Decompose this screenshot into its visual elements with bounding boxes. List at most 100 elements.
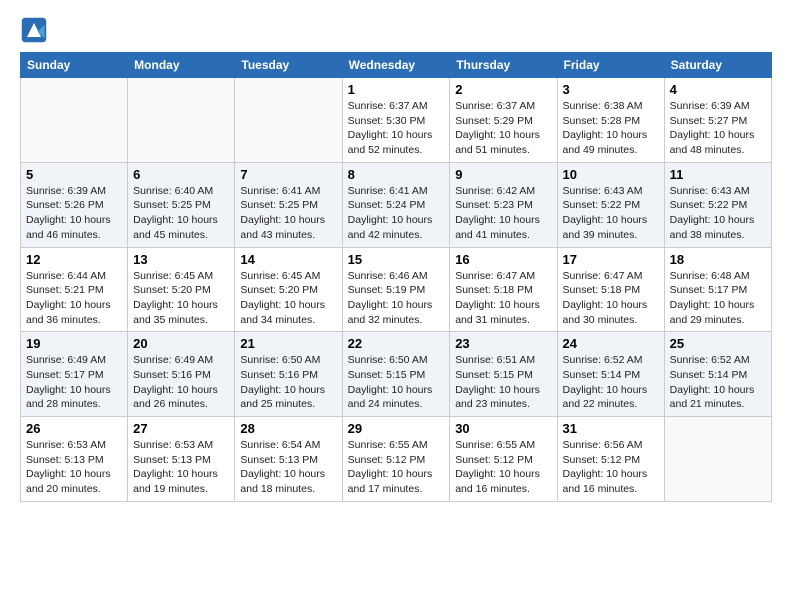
day-info: Sunrise: 6:49 AMSunset: 5:17 PMDaylight:…	[26, 353, 122, 412]
day-info: Sunrise: 6:50 AMSunset: 5:16 PMDaylight:…	[240, 353, 336, 412]
calendar-cell: 31 Sunrise: 6:56 AMSunset: 5:12 PMDayligh…	[557, 417, 664, 502]
day-info: Sunrise: 6:45 AMSunset: 5:20 PMDaylight:…	[133, 269, 229, 328]
day-info: Sunrise: 6:54 AMSunset: 5:13 PMDaylight:…	[240, 438, 336, 497]
day-info: Sunrise: 6:41 AMSunset: 5:25 PMDaylight:…	[240, 184, 336, 243]
day-info: Sunrise: 6:37 AMSunset: 5:29 PMDaylight:…	[455, 99, 551, 158]
day-info: Sunrise: 6:55 AMSunset: 5:12 PMDaylight:…	[455, 438, 551, 497]
day-number: 29	[348, 421, 445, 436]
day-info: Sunrise: 6:52 AMSunset: 5:14 PMDaylight:…	[563, 353, 659, 412]
day-number: 25	[670, 336, 766, 351]
header-row: SundayMondayTuesdayWednesdayThursdayFrid…	[21, 53, 772, 78]
day-number: 8	[348, 167, 445, 182]
calendar-cell: 19 Sunrise: 6:49 AMSunset: 5:17 PMDayligh…	[21, 332, 128, 417]
column-header-monday: Monday	[128, 53, 235, 78]
logo	[20, 16, 52, 44]
column-header-wednesday: Wednesday	[342, 53, 450, 78]
calendar-cell: 12 Sunrise: 6:44 AMSunset: 5:21 PMDayligh…	[21, 247, 128, 332]
day-number: 3	[563, 82, 659, 97]
column-header-thursday: Thursday	[450, 53, 557, 78]
calendar-cell	[21, 78, 128, 163]
day-number: 21	[240, 336, 336, 351]
calendar-cell	[128, 78, 235, 163]
day-info: Sunrise: 6:43 AMSunset: 5:22 PMDaylight:…	[670, 184, 766, 243]
calendar-cell: 8Sunrise: 6:41 AMSunset: 5:24 PMDaylight…	[342, 162, 450, 247]
day-info: Sunrise: 6:42 AMSunset: 5:23 PMDaylight:…	[455, 184, 551, 243]
day-number: 27	[133, 421, 229, 436]
calendar-cell: 4 Sunrise: 6:39 AMSunset: 5:27 PMDaylight…	[664, 78, 771, 163]
calendar-cell: 10 Sunrise: 6:43 AMSunset: 5:22 PMDayligh…	[557, 162, 664, 247]
calendar-cell: 5 Sunrise: 6:39 AMSunset: 5:26 PMDaylight…	[21, 162, 128, 247]
day-number: 16	[455, 252, 551, 267]
week-row-2: 5 Sunrise: 6:39 AMSunset: 5:26 PMDaylight…	[21, 162, 772, 247]
calendar-cell: 14 Sunrise: 6:45 AMSunset: 5:20 PMDayligh…	[235, 247, 342, 332]
day-number: 24	[563, 336, 659, 351]
day-number: 11	[670, 167, 766, 182]
day-info: Sunrise: 6:47 AMSunset: 5:18 PMDaylight:…	[563, 269, 659, 328]
day-info: Sunrise: 6:39 AMSunset: 5:26 PMDaylight:…	[26, 184, 122, 243]
day-info: Sunrise: 6:40 AMSunset: 5:25 PMDaylight:…	[133, 184, 229, 243]
day-number: 4	[670, 82, 766, 97]
calendar-cell: 6Sunrise: 6:40 AMSunset: 5:25 PMDaylight…	[128, 162, 235, 247]
calendar-cell: 29 Sunrise: 6:55 AMSunset: 5:12 PMDayligh…	[342, 417, 450, 502]
calendar-cell: 25 Sunrise: 6:52 AMSunset: 5:14 PMDayligh…	[664, 332, 771, 417]
calendar-cell: 23Sunrise: 6:51 AMSunset: 5:15 PMDayligh…	[450, 332, 557, 417]
calendar-cell: 22 Sunrise: 6:50 AMSunset: 5:15 PMDayligh…	[342, 332, 450, 417]
calendar-cell: 21 Sunrise: 6:50 AMSunset: 5:16 PMDayligh…	[235, 332, 342, 417]
day-number: 28	[240, 421, 336, 436]
day-number: 12	[26, 252, 122, 267]
day-number: 13	[133, 252, 229, 267]
calendar-cell: 3 Sunrise: 6:38 AMSunset: 5:28 PMDaylight…	[557, 78, 664, 163]
calendar: SundayMondayTuesdayWednesdayThursdayFrid…	[20, 52, 772, 502]
calendar-cell: 28 Sunrise: 6:54 AMSunset: 5:13 PMDayligh…	[235, 417, 342, 502]
column-header-friday: Friday	[557, 53, 664, 78]
column-header-saturday: Saturday	[664, 53, 771, 78]
day-number: 9	[455, 167, 551, 182]
day-info: Sunrise: 6:56 AMSunset: 5:12 PMDaylight:…	[563, 438, 659, 497]
day-number: 19	[26, 336, 122, 351]
day-info: Sunrise: 6:45 AMSunset: 5:20 PMDaylight:…	[240, 269, 336, 328]
day-info: Sunrise: 6:55 AMSunset: 5:12 PMDaylight:…	[348, 438, 445, 497]
day-number: 5	[26, 167, 122, 182]
calendar-cell: 7 Sunrise: 6:41 AMSunset: 5:25 PMDaylight…	[235, 162, 342, 247]
calendar-cell	[235, 78, 342, 163]
day-number: 20	[133, 336, 229, 351]
day-number: 18	[670, 252, 766, 267]
day-number: 22	[348, 336, 445, 351]
calendar-cell: 13 Sunrise: 6:45 AMSunset: 5:20 PMDayligh…	[128, 247, 235, 332]
day-number: 26	[26, 421, 122, 436]
page-header	[20, 16, 772, 44]
week-row-3: 12 Sunrise: 6:44 AMSunset: 5:21 PMDayligh…	[21, 247, 772, 332]
day-info: Sunrise: 6:46 AMSunset: 5:19 PMDaylight:…	[348, 269, 445, 328]
day-number: 10	[563, 167, 659, 182]
calendar-cell: 16 Sunrise: 6:47 AMSunset: 5:18 PMDayligh…	[450, 247, 557, 332]
day-info: Sunrise: 6:50 AMSunset: 5:15 PMDaylight:…	[348, 353, 445, 412]
day-info: Sunrise: 6:53 AMSunset: 5:13 PMDaylight:…	[133, 438, 229, 497]
day-info: Sunrise: 6:39 AMSunset: 5:27 PMDaylight:…	[670, 99, 766, 158]
column-header-sunday: Sunday	[21, 53, 128, 78]
calendar-cell: 18 Sunrise: 6:48 AMSunset: 5:17 PMDayligh…	[664, 247, 771, 332]
day-number: 31	[563, 421, 659, 436]
calendar-cell: 1 Sunrise: 6:37 AMSunset: 5:30 PMDaylight…	[342, 78, 450, 163]
logo-icon	[20, 16, 48, 44]
calendar-cell: 15Sunrise: 6:46 AMSunset: 5:19 PMDayligh…	[342, 247, 450, 332]
day-info: Sunrise: 6:52 AMSunset: 5:14 PMDaylight:…	[670, 353, 766, 412]
day-info: Sunrise: 6:47 AMSunset: 5:18 PMDaylight:…	[455, 269, 551, 328]
day-info: Sunrise: 6:43 AMSunset: 5:22 PMDaylight:…	[563, 184, 659, 243]
calendar-cell	[664, 417, 771, 502]
calendar-cell: 24 Sunrise: 6:52 AMSunset: 5:14 PMDayligh…	[557, 332, 664, 417]
day-info: Sunrise: 6:48 AMSunset: 5:17 PMDaylight:…	[670, 269, 766, 328]
calendar-cell: 27 Sunrise: 6:53 AMSunset: 5:13 PMDayligh…	[128, 417, 235, 502]
day-info: Sunrise: 6:37 AMSunset: 5:30 PMDaylight:…	[348, 99, 445, 158]
week-row-1: 1 Sunrise: 6:37 AMSunset: 5:30 PMDaylight…	[21, 78, 772, 163]
day-info: Sunrise: 6:49 AMSunset: 5:16 PMDaylight:…	[133, 353, 229, 412]
day-number: 30	[455, 421, 551, 436]
day-info: Sunrise: 6:38 AMSunset: 5:28 PMDaylight:…	[563, 99, 659, 158]
calendar-cell: 9 Sunrise: 6:42 AMSunset: 5:23 PMDaylight…	[450, 162, 557, 247]
calendar-cell: 17Sunrise: 6:47 AMSunset: 5:18 PMDayligh…	[557, 247, 664, 332]
day-info: Sunrise: 6:44 AMSunset: 5:21 PMDaylight:…	[26, 269, 122, 328]
calendar-cell: 26 Sunrise: 6:53 AMSunset: 5:13 PMDayligh…	[21, 417, 128, 502]
day-info: Sunrise: 6:53 AMSunset: 5:13 PMDaylight:…	[26, 438, 122, 497]
day-number: 1	[348, 82, 445, 97]
day-number: 14	[240, 252, 336, 267]
day-number: 7	[240, 167, 336, 182]
